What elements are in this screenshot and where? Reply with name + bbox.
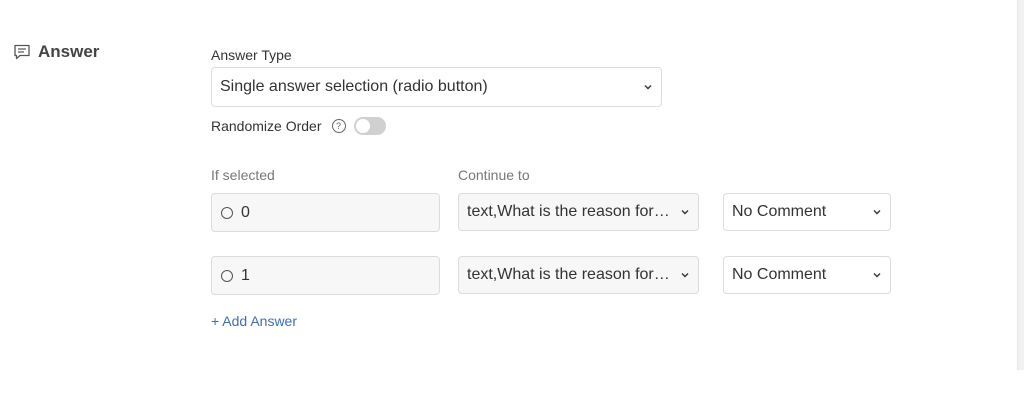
scrollbar-track[interactable] (1017, 0, 1024, 370)
continue-to-select[interactable]: text,What is the reason for your rating? (458, 256, 699, 294)
answer-option-input[interactable]: 0 (211, 193, 440, 232)
continue-to-value: text,What is the reason for your rating? (467, 266, 674, 283)
chevron-down-icon (873, 210, 881, 215)
randomize-order-label: Randomize Order (211, 118, 322, 134)
add-answer-link[interactable]: + Add Answer (211, 313, 297, 329)
if-selected-header: If selected (211, 167, 275, 183)
comment-value: No Comment (732, 203, 827, 220)
chevron-down-icon (644, 85, 652, 90)
comment-icon (13, 43, 31, 61)
comment-select[interactable]: No Comment (723, 193, 891, 231)
answer-type-label: Answer Type (211, 47, 292, 63)
answer-type-select[interactable]: Single answer selection (radio button) (211, 67, 662, 107)
randomize-order-row: Randomize Order ? (211, 117, 386, 135)
chevron-down-icon (873, 273, 881, 278)
radio-icon (221, 269, 233, 282)
continue-to-header: Continue to (458, 167, 530, 183)
comment-value: No Comment (732, 266, 827, 283)
continue-to-value: text,What is the reason for your rating? (467, 203, 674, 220)
continue-to-select[interactable]: text,What is the reason for your rating? (458, 193, 699, 231)
section-title: Answer (38, 42, 100, 61)
answer-type-value: Single answer selection (radio button) (220, 78, 488, 95)
radio-icon (221, 206, 233, 219)
chevron-down-icon (681, 210, 689, 215)
answer-option-input[interactable]: 1 (211, 256, 440, 295)
section-header: Answer (13, 42, 99, 62)
chevron-down-icon (681, 273, 689, 278)
answer-option-value: 0 (241, 203, 250, 221)
help-icon[interactable]: ? (331, 119, 346, 133)
comment-select[interactable]: No Comment (723, 256, 891, 294)
answer-option-value: 1 (241, 266, 250, 284)
randomize-order-toggle[interactable] (353, 117, 386, 135)
answer-settings-page: Answer Answer Type Single answer selecti… (0, 0, 1024, 410)
toggle-knob (355, 119, 370, 133)
